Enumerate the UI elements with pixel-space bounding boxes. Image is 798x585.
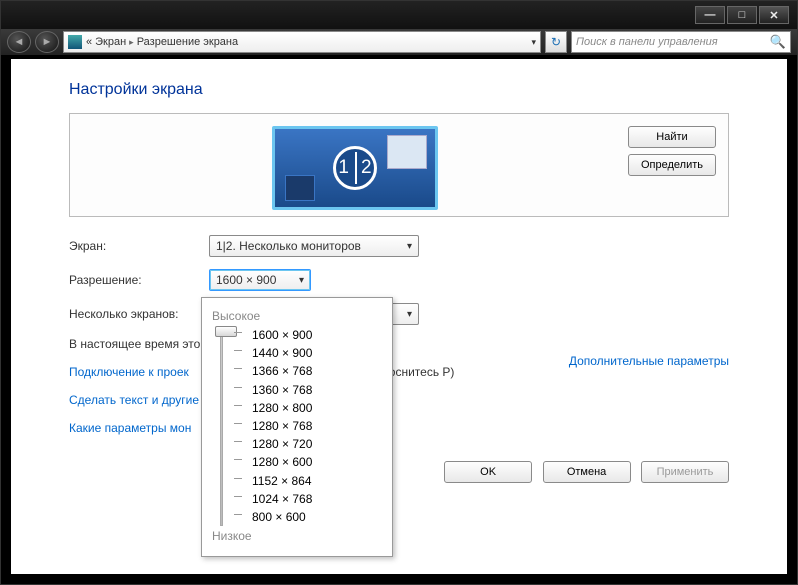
display-combo[interactable]: 1|2. Несколько мониторов	[209, 235, 419, 257]
close-button[interactable]: ✕	[759, 6, 789, 24]
chevron-right-icon: ▸	[129, 37, 134, 48]
page-title: Настройки экрана	[69, 81, 729, 99]
cancel-button[interactable]: Отмена	[543, 461, 631, 483]
titlebar: — □ ✕	[1, 1, 797, 29]
minimize-button[interactable]: —	[695, 6, 725, 24]
refresh-button[interactable]: ↻	[545, 31, 567, 53]
advanced-link[interactable]: Дополнительные параметры	[569, 354, 729, 368]
apply-button: Применить	[641, 461, 729, 483]
resolution-list: 1600 × 9001440 × 9001366 × 7681360 × 768…	[230, 326, 382, 526]
resolution-option[interactable]: 1440 × 900	[252, 344, 382, 362]
window: — □ ✕ ◄ ► « Экран ▸ Разрешение экрана ▾ …	[0, 0, 798, 585]
search-input[interactable]: Поиск в панели управления 🔍	[571, 31, 791, 53]
resolution-option[interactable]: 1280 × 720	[252, 435, 382, 453]
resolution-option[interactable]: 1280 × 768	[252, 417, 382, 435]
maximize-button[interactable]: □	[727, 6, 757, 24]
resolution-combo[interactable]: 1600 × 900	[209, 269, 311, 291]
popup-high-label: Высокое	[212, 309, 382, 323]
resolution-option[interactable]: 1152 × 864	[252, 472, 382, 490]
monitor-thumbnail[interactable]: 12	[272, 126, 438, 210]
monitor-preview: 12 Найти Определить	[69, 113, 729, 217]
breadcrumb-item[interactable]: Экран	[95, 36, 126, 48]
resolution-option[interactable]: 1360 × 768	[252, 381, 382, 399]
display-label: Экран:	[69, 239, 209, 253]
search-placeholder: Поиск в панели управления	[576, 36, 718, 48]
window-thumb-icon	[285, 175, 315, 201]
which-params-link[interactable]: Какие параметры мон	[69, 421, 191, 435]
breadcrumb-prefix: «	[86, 36, 92, 48]
navbar: ◄ ► « Экран ▸ Разрешение экрана ▾ ↻ Поис…	[1, 29, 797, 55]
projector-link[interactable]: Подключение к проек	[69, 365, 189, 379]
text-size-link[interactable]: Сделать текст и другие	[69, 393, 199, 407]
breadcrumb-item[interactable]: Разрешение экрана	[137, 36, 238, 48]
address-bar[interactable]: « Экран ▸ Разрешение экрана ▾	[63, 31, 541, 53]
forward-button[interactable]: ►	[35, 31, 59, 53]
status-text: В настоящее время это	[69, 337, 200, 351]
resolution-label: Разрешение:	[69, 273, 209, 287]
resolution-popup[interactable]: Высокое 1600 × 9001440 × 9001366 × 76813…	[201, 297, 393, 557]
resolution-option[interactable]: 1024 × 768	[252, 490, 382, 508]
find-button[interactable]: Найти	[628, 126, 716, 148]
resolution-option[interactable]: 1280 × 800	[252, 399, 382, 417]
identify-button[interactable]: Определить	[628, 154, 716, 176]
window-thumb-icon	[387, 135, 427, 169]
resolution-option[interactable]: 1600 × 900	[252, 326, 382, 344]
resolution-option[interactable]: 800 × 600	[252, 508, 382, 526]
resolution-option[interactable]: 1280 × 600	[252, 453, 382, 471]
back-button[interactable]: ◄	[7, 31, 31, 53]
resolution-slider[interactable]	[212, 326, 230, 526]
resolution-option[interactable]: 1366 × 768	[252, 362, 382, 380]
address-dropdown-icon[interactable]: ▾	[531, 37, 536, 48]
control-panel-icon	[68, 35, 82, 49]
dialog-buttons: OK Отмена Применить	[69, 447, 729, 483]
content-pane: Настройки экрана 12 Найти Определить Экр…	[11, 59, 787, 574]
multiple-label: Несколько экранов:	[69, 307, 209, 321]
popup-low-label: Низкое	[212, 529, 382, 543]
ok-button[interactable]: OK	[444, 461, 532, 483]
monitor-numbers: 12	[333, 146, 377, 190]
search-icon[interactable]: 🔍	[770, 34, 786, 50]
projector-tail: оснитесь P)	[389, 365, 455, 379]
